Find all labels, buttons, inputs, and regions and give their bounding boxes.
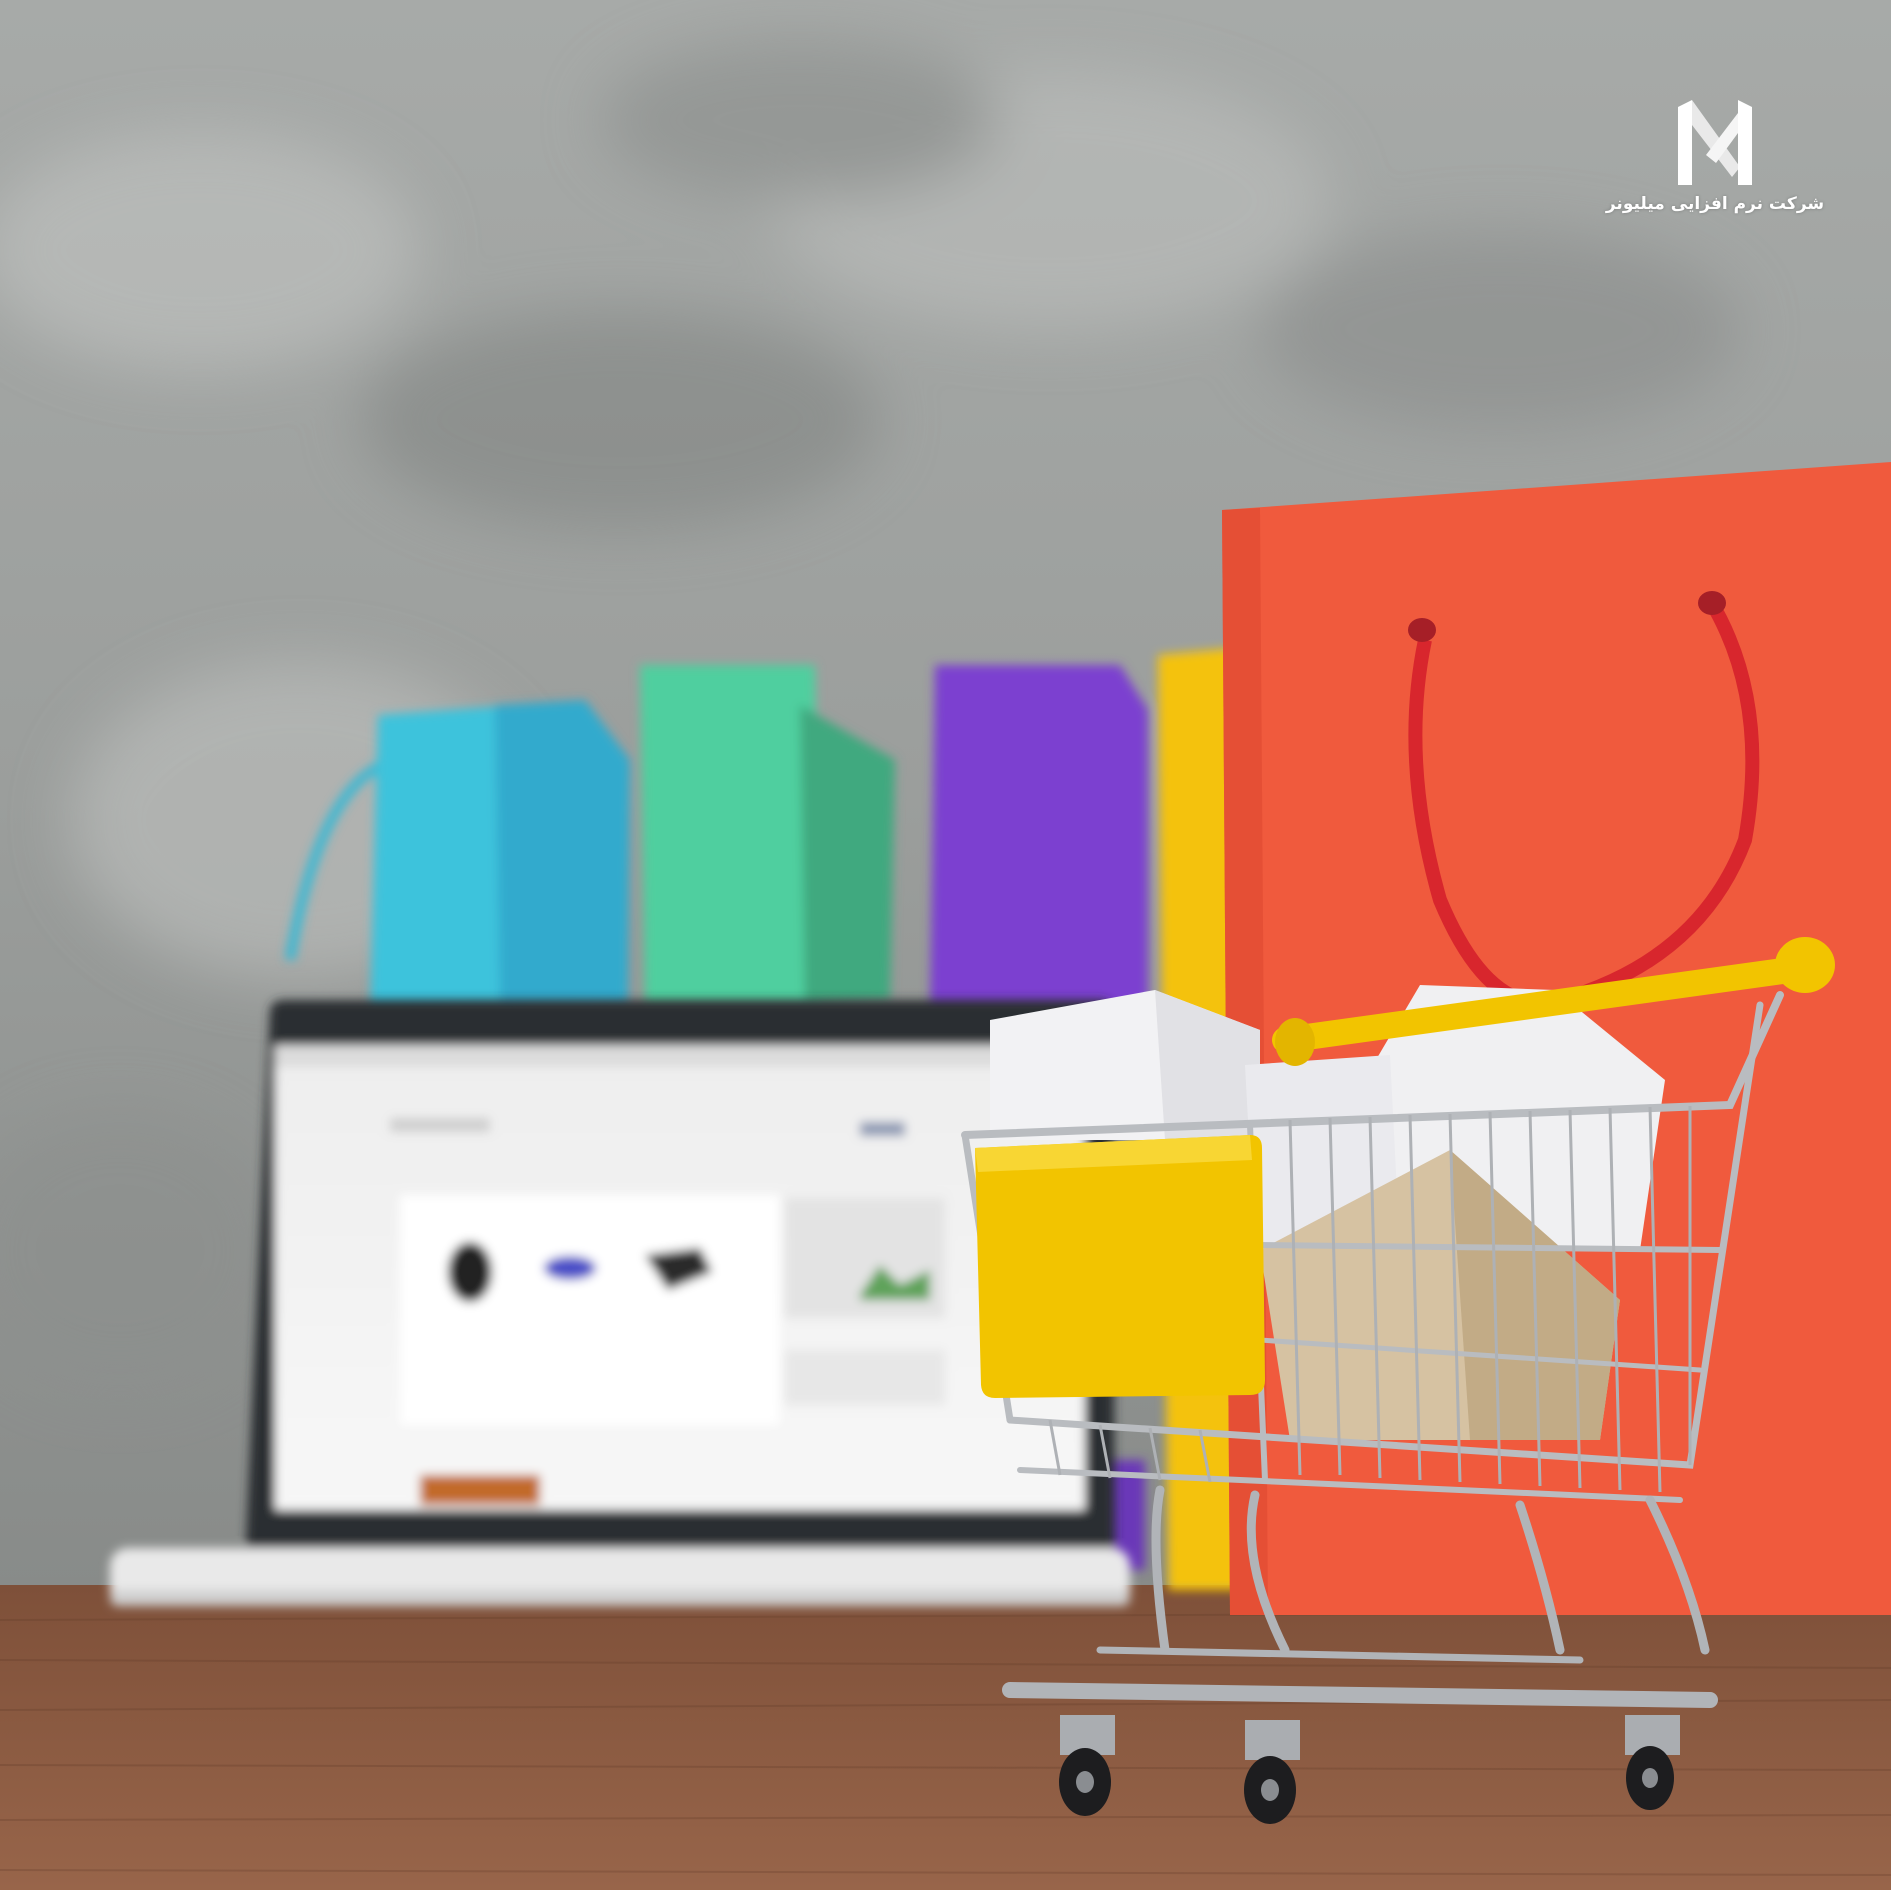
company-name: شرکت نرم افزایی میلیونر bbox=[1605, 194, 1825, 214]
company-logo: شرکت نرم افزایی میلیونر bbox=[1600, 95, 1830, 214]
purple-bag bbox=[930, 665, 1148, 1010]
wooden-table bbox=[0, 1585, 1891, 1890]
cart-yellow-panel bbox=[975, 1135, 1265, 1398]
shopping-photo bbox=[0, 0, 1891, 1890]
stylized-m-logo-icon bbox=[1678, 100, 1752, 185]
green-bag bbox=[640, 665, 820, 1005]
